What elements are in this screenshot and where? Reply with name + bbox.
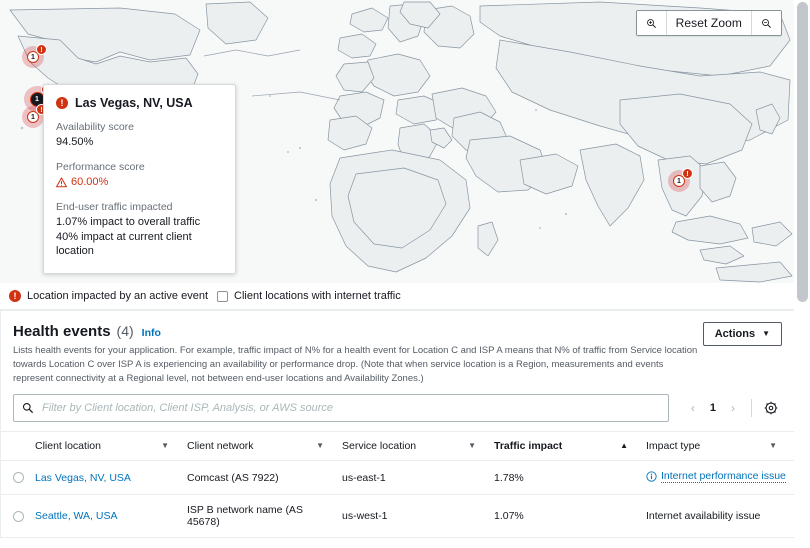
sort-descending-icon[interactable]: ▼	[769, 442, 777, 450]
page-scrollbar-thumb[interactable]	[797, 2, 808, 302]
cell-traffic-impact: 1.07%	[494, 494, 646, 539]
tooltip-performance-value: 60.00%	[71, 175, 109, 188]
health-events-title-row: Health events (4) Info	[13, 323, 782, 340]
health-events-count: (4)	[116, 323, 134, 339]
legend-active-event-label: Location impacted by an active event	[27, 290, 209, 302]
zoom-out-icon	[762, 18, 771, 28]
cell-impact-type: Internet availability issue	[646, 494, 795, 539]
column-label: Impact type	[646, 440, 701, 453]
error-icon: !	[9, 290, 21, 302]
map-marker-las-vegas-count: 1	[35, 95, 39, 103]
column-header-impact-type[interactable]: Impact type ▼	[646, 431, 795, 462]
column-label: Client location	[35, 440, 101, 453]
client-location-link[interactable]: Las Vegas, NV, USA	[35, 472, 131, 484]
row-select-cell[interactable]	[1, 460, 35, 496]
cell-service-location: us-east-1	[342, 460, 494, 496]
cell-service-location: us-west-1	[342, 494, 494, 539]
table-row[interactable]: Las Vegas, NV, USA Comcast (AS 7922) us-…	[1, 460, 795, 496]
sort-ascending-icon[interactable]: ▲	[620, 442, 628, 450]
gear-icon	[764, 401, 778, 415]
cell-client-location[interactable]: Seattle, WA, USA	[35, 494, 187, 539]
table-header-row: Client location ▼ Client network ▼ Servi…	[1, 431, 795, 462]
chevron-down-icon: ▼	[762, 329, 770, 338]
column-label: Traffic impact	[494, 440, 563, 453]
warning-triangle-icon	[56, 177, 67, 187]
map-marker-bangkok-badge: !	[682, 168, 693, 179]
actions-button-label: Actions	[714, 328, 756, 340]
map-marker-seattle-badge: !	[36, 44, 47, 55]
page-number[interactable]: 1	[705, 402, 721, 414]
divider	[751, 399, 752, 418]
cell-impact-type[interactable]: Internet performance issue	[646, 460, 795, 496]
cell-traffic-impact: 1.78%	[494, 460, 646, 496]
info-link[interactable]: Info	[142, 327, 161, 339]
map-marker-seattle-count: 1	[31, 53, 35, 61]
search-wrapper	[13, 394, 669, 423]
row-radio-button[interactable]	[13, 472, 24, 484]
table-preferences-button[interactable]	[760, 397, 782, 419]
cell-client-network: Comcast (AS 7922)	[187, 460, 342, 496]
map-marker-tijuana-count: 1	[31, 113, 35, 121]
sort-descending-icon[interactable]: ▼	[316, 442, 324, 450]
tooltip-availability-label: Availability score	[56, 121, 135, 133]
reset-zoom-button[interactable]: Reset Zoom	[665, 11, 751, 35]
impact-type-label: Internet performance issue	[661, 470, 786, 484]
row-select-cell[interactable]	[1, 494, 35, 539]
internet-monitor-page: Reset Zoom 1 ! 1 1 ! 1 ! ! Las Vegas, NV…	[0, 0, 810, 548]
cell-client-location[interactable]: Las Vegas, NV, USA	[35, 460, 187, 496]
row-radio-button[interactable]	[13, 510, 24, 522]
map-legend: ! Location impacted by an active event C…	[0, 283, 794, 310]
zoom-in-icon	[646, 18, 656, 28]
select-column-header	[1, 431, 35, 462]
zoom-out-button[interactable]	[751, 11, 781, 35]
health-events-header: Health events (4) Info Lists health even…	[1, 311, 794, 385]
error-icon: !	[56, 97, 68, 109]
tooltip-traffic-overall: 1.07% impact to overall traffic	[56, 215, 201, 228]
map-zoom-controls[interactable]: Reset Zoom	[635, 10, 782, 36]
column-label: Client network	[187, 440, 254, 453]
next-page-button[interactable]: ›	[723, 397, 743, 419]
column-header-client-network[interactable]: Client network ▼	[187, 431, 342, 462]
health-events-table: Client location ▼ Client network ▼ Servi…	[1, 431, 795, 548]
search-input[interactable]	[13, 394, 669, 423]
info-circle-icon	[646, 471, 657, 482]
column-header-service-location[interactable]: Service location ▼	[342, 431, 494, 462]
legend-active-event: ! Location impacted by an active event	[9, 290, 208, 302]
tooltip-location-name: Las Vegas, NV, USA	[75, 96, 193, 110]
column-label: Service location	[342, 440, 417, 453]
column-header-traffic-impact[interactable]: Traffic impact ▲	[494, 431, 646, 462]
health-events-section: Health events (4) Info Lists health even…	[0, 310, 795, 548]
content-bottom-edge	[0, 538, 794, 548]
map-location-tooltip: ! Las Vegas, NV, USA Availability score …	[43, 84, 236, 275]
tooltip-performance-label: Performance score	[56, 160, 145, 173]
table-filter-row: ‹ 1 ›	[1, 385, 794, 431]
page-scrollbar[interactable]	[794, 0, 810, 548]
health-events-description: Lists health events for your application…	[13, 345, 698, 384]
actions-button[interactable]: Actions ▼	[702, 322, 782, 346]
table-pagination[interactable]: ‹ 1 ›	[683, 397, 743, 419]
tooltip-traffic-client: 40% impact at current client location	[56, 230, 192, 258]
tooltip-performance-value-row: 60.00%	[56, 175, 223, 190]
impact-type-link[interactable]: Internet performance issue	[646, 470, 786, 484]
legend-internet-traffic-label: Client locations with internet traffic	[234, 290, 401, 302]
page-title: Health events	[13, 323, 111, 340]
tooltip-availability-value: 94.50%	[56, 136, 94, 148]
cell-client-network: ISP B network name (AS 45678)	[187, 494, 342, 539]
map-panel[interactable]: Reset Zoom 1 ! 1 1 ! 1 ! ! Las Vegas, NV…	[0, 0, 794, 283]
sort-descending-icon[interactable]: ▼	[161, 442, 169, 450]
legend-internet-traffic[interactable]: Client locations with internet traffic	[217, 290, 401, 302]
client-location-link[interactable]: Seattle, WA, USA	[35, 510, 117, 522]
column-header-client-location[interactable]: Client location ▼	[35, 431, 187, 462]
sort-descending-icon[interactable]: ▼	[468, 442, 476, 450]
previous-page-button[interactable]: ‹	[683, 397, 703, 419]
internet-traffic-checkbox[interactable]	[217, 290, 229, 302]
map-marker-bangkok-count: 1	[677, 177, 681, 185]
zoom-in-button[interactable]	[636, 11, 666, 35]
tooltip-title-row: ! Las Vegas, NV, USA	[56, 96, 223, 110]
table-row[interactable]: Seattle, WA, USA ISP B network name (AS …	[1, 494, 795, 539]
tooltip-traffic-label: End-user traffic impacted	[56, 200, 173, 213]
